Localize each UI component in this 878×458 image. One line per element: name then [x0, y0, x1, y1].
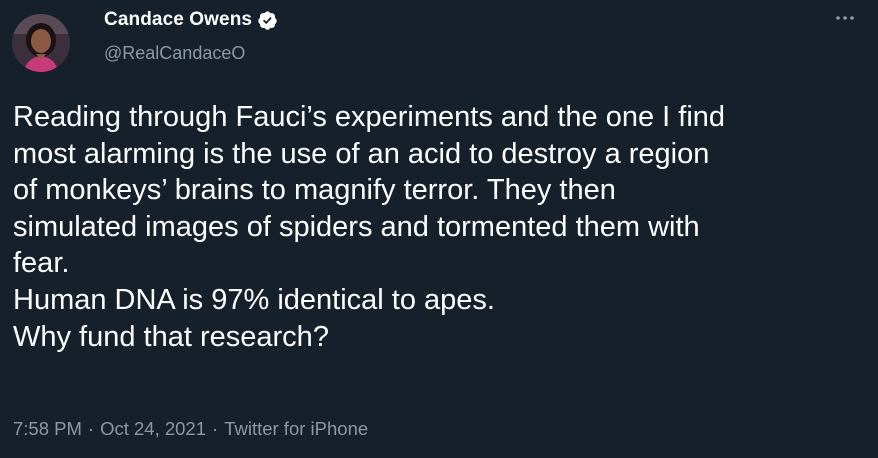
verified-badge-icon	[257, 10, 278, 31]
tweet-metadata: 7:58 PM · Oct 24, 2021 · Twitter for iPhone	[13, 418, 368, 440]
tweet-text-line: most alarming is the use of an acid to d…	[13, 137, 710, 170]
meta-separator: ·	[87, 418, 95, 439]
tweet-date[interactable]: Oct 24, 2021	[100, 418, 206, 439]
more-options-icon	[836, 16, 854, 20]
author-name-row: Candace Owens	[104, 8, 278, 32]
tweet-card: Candace Owens @RealCandaceO Reading thro…	[0, 0, 878, 458]
tweet-text-line: simulated images of spiders and tormente…	[13, 210, 700, 243]
tweet-source[interactable]: Twitter for iPhone	[224, 418, 368, 439]
author-display-name[interactable]: Candace Owens	[104, 9, 252, 31]
author-block: Candace Owens @RealCandaceO	[104, 8, 278, 64]
tweet-text: Reading through Fauci’s experiments and …	[13, 99, 865, 355]
author-handle[interactable]: @RealCandaceO	[104, 43, 278, 64]
profile-avatar[interactable]	[12, 14, 70, 72]
profile-photo-icon	[12, 14, 70, 72]
meta-separator: ·	[212, 418, 219, 439]
tweet-text-line: Reading through Fauci’s experiments and …	[13, 101, 726, 133]
tweet-text-line: fear.	[13, 247, 70, 280]
tweet-text-line: of monkeys’ brains to magnify terror. Th…	[13, 174, 616, 207]
tweet-time[interactable]: 7:58 PM	[13, 418, 82, 439]
tweet-text-line: Why fund that research?	[13, 320, 329, 353]
tweet-text-line: Human DNA is 97% identical to apes.	[13, 283, 495, 316]
more-options-button[interactable]	[830, 6, 860, 30]
